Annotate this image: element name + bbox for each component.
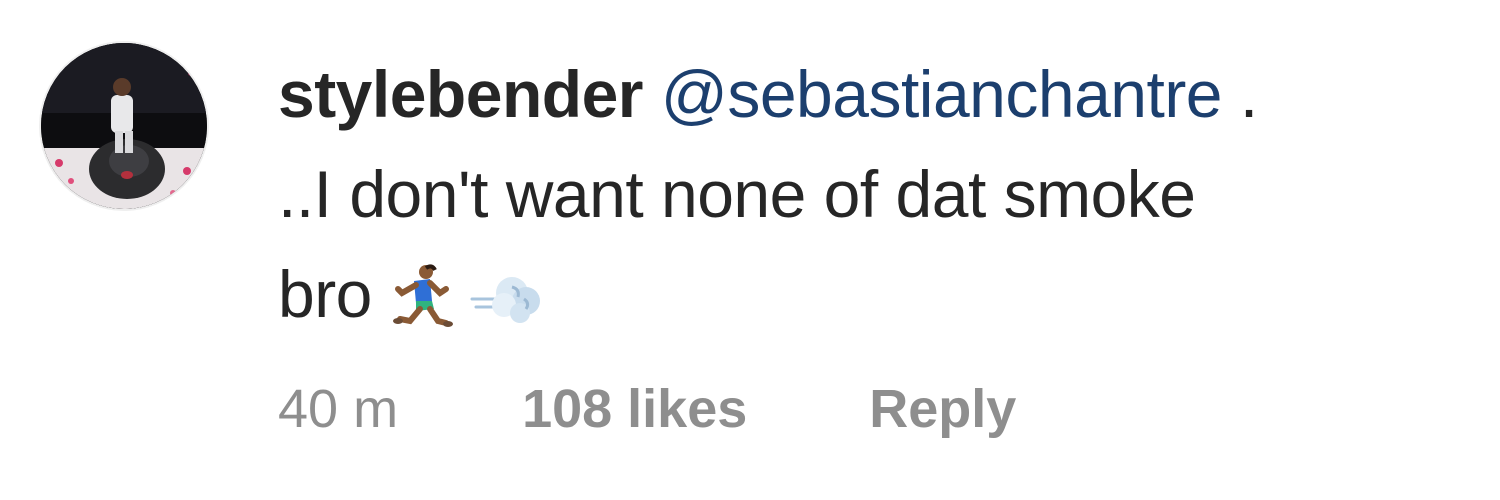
mention-trailing-text: . — [1222, 57, 1258, 131]
comment-text: stylebender @sebastianchantre . ..I don'… — [278, 44, 1478, 358]
comment-meta: 40 m 108 likes Reply — [278, 378, 1016, 440]
comment-body: stylebender @sebastianchantre . ..I don'… — [278, 44, 1478, 358]
mention-link[interactable]: @sebastianchantre — [661, 57, 1223, 131]
comment-line-2: ..I don't want none of dat smoke — [278, 157, 1196, 231]
comment-line-3-text: bro — [278, 257, 372, 331]
avatar[interactable] — [41, 43, 207, 209]
comment: stylebender @sebastianchantre . ..I don'… — [0, 0, 1500, 500]
comment-line-1: stylebender @sebastianchantre . — [278, 44, 1478, 144]
likes-count[interactable]: 108 likes — [522, 378, 747, 440]
comment-line-3: bro — [278, 244, 1478, 358]
avatar-image — [41, 43, 207, 209]
running-man-icon — [386, 258, 454, 358]
username[interactable]: stylebender — [278, 57, 643, 131]
dash-cloud-icon — [468, 258, 544, 358]
reply-button[interactable]: Reply — [869, 378, 1016, 440]
timestamp: 40 m — [278, 379, 399, 439]
